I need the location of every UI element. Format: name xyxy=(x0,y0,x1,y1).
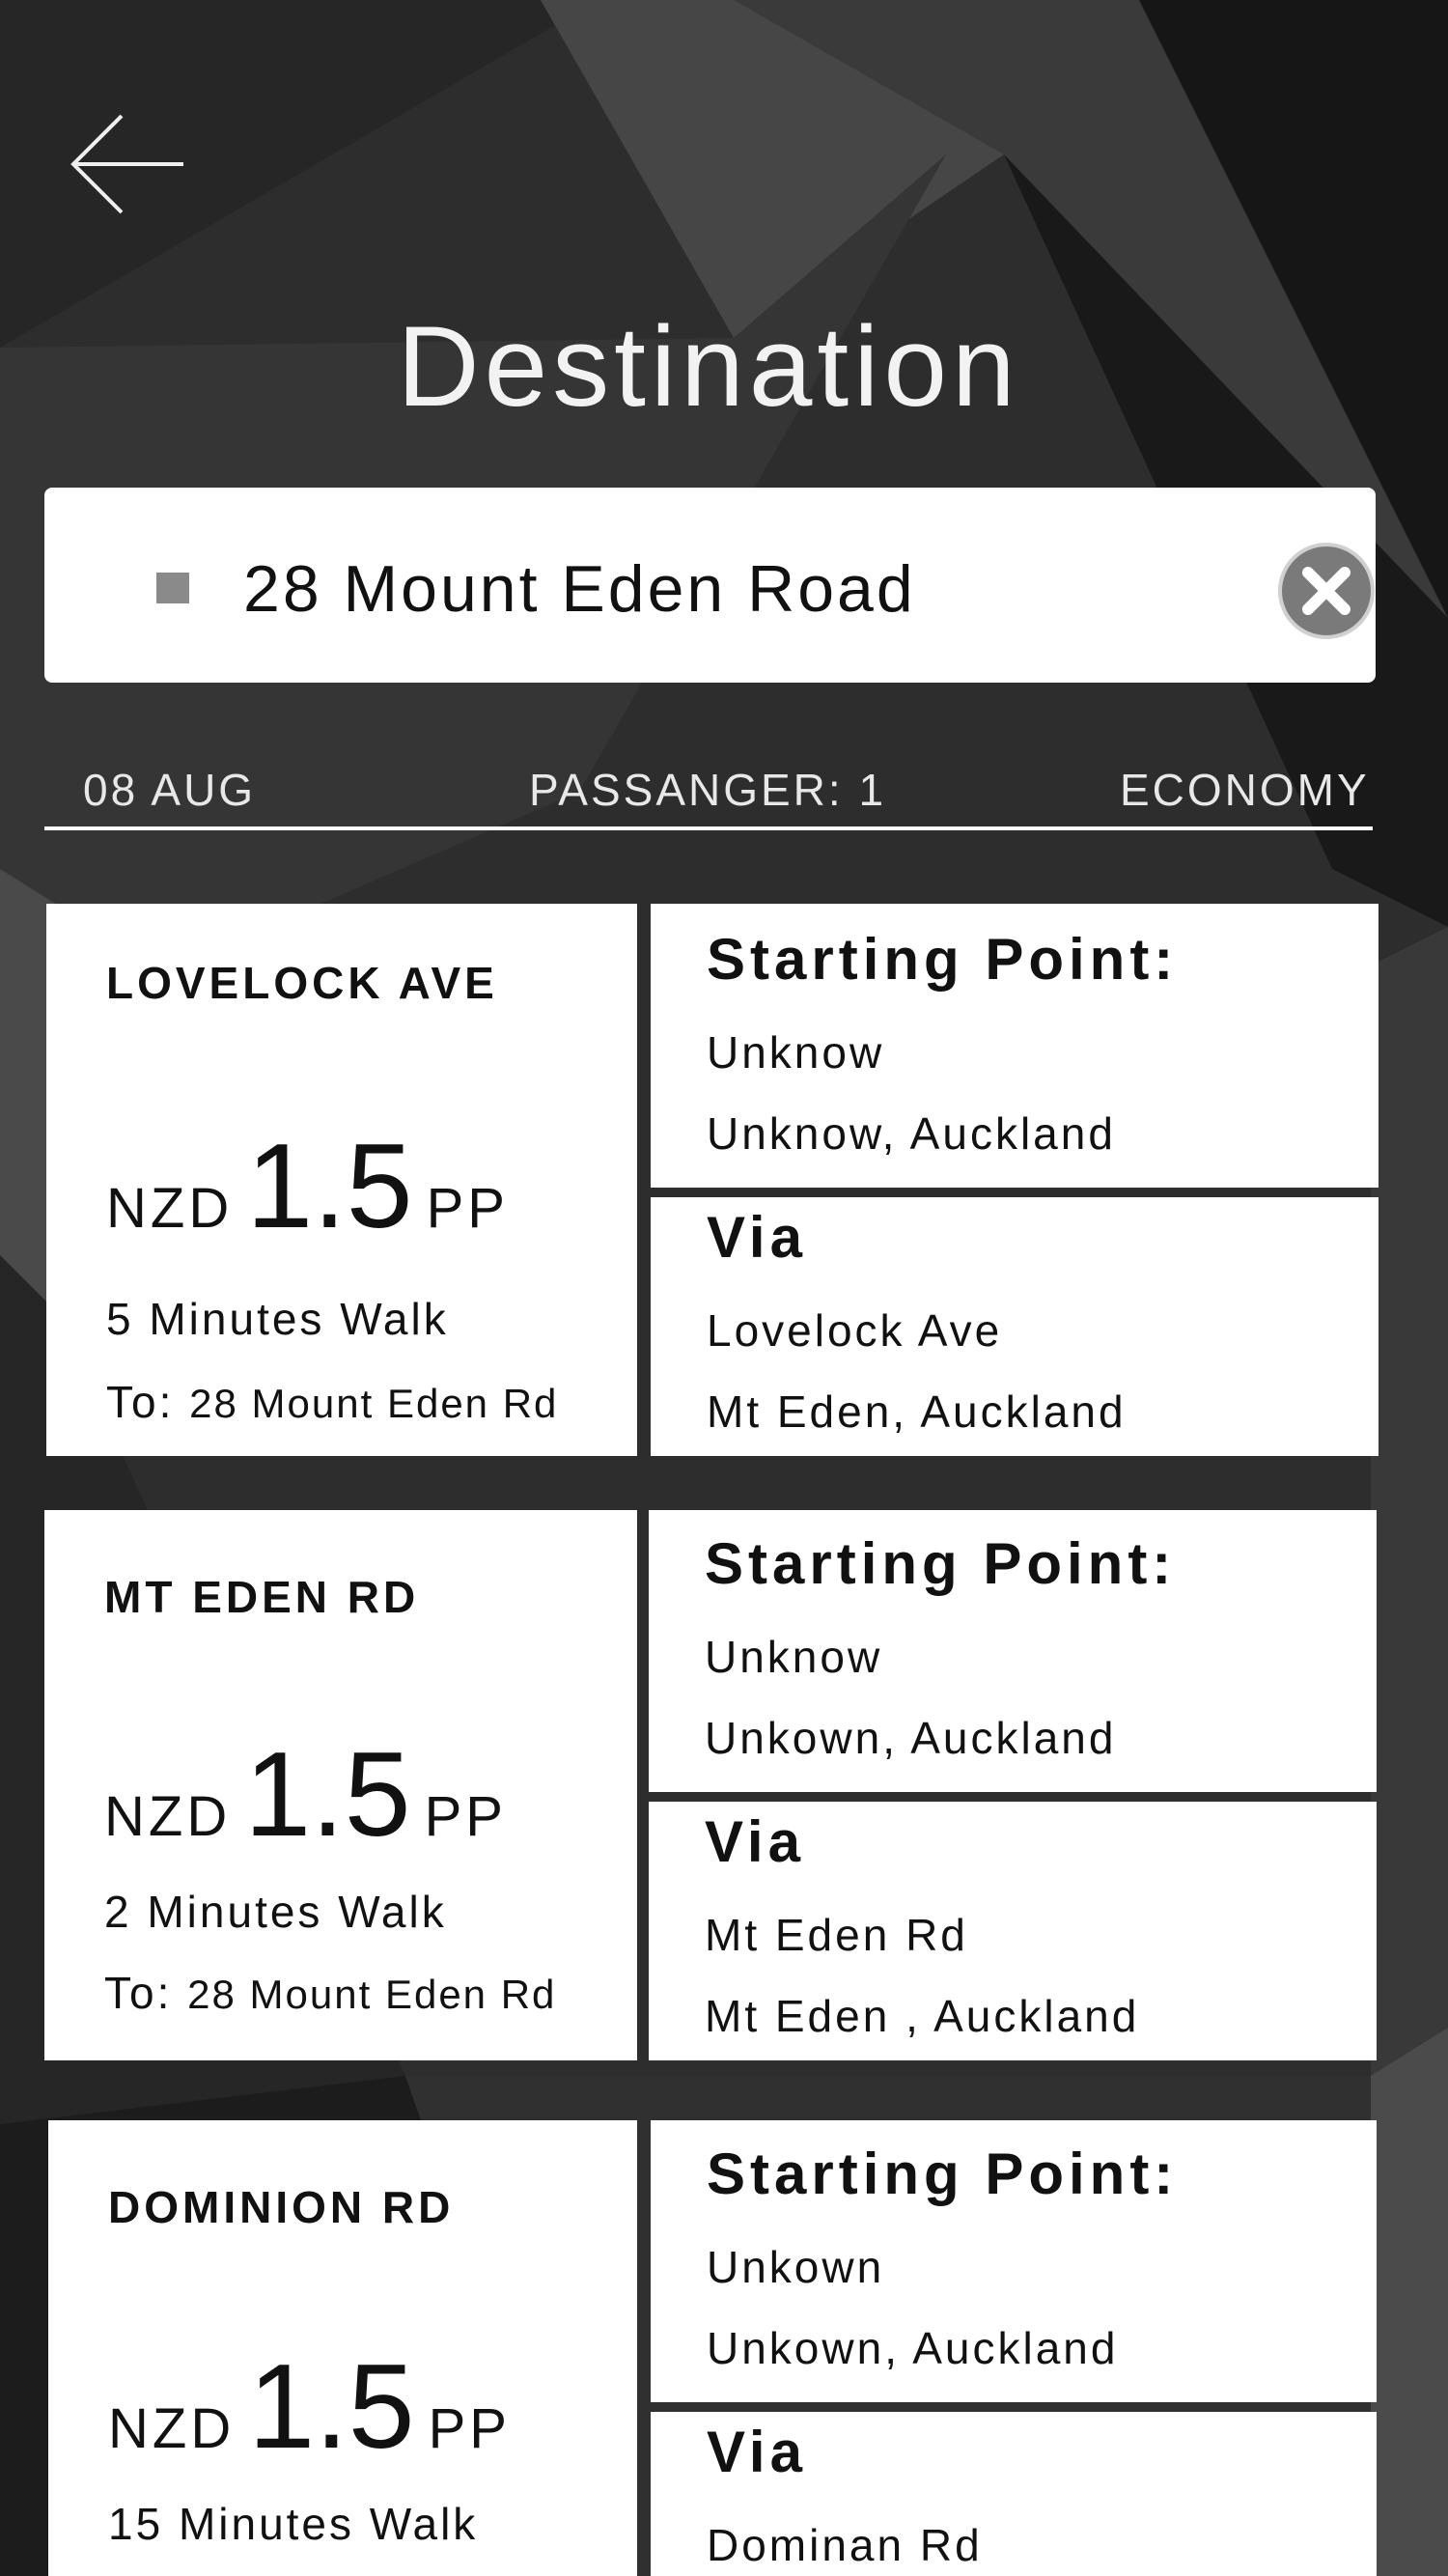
route-card[interactable]: DOMINION RD NZD 1.5 PP 15 Minutes Walk Sta… xyxy=(48,2120,1378,2576)
starting-point-line1: Unknow xyxy=(705,1632,883,1682)
via-line2: Mt Eden , Auckland xyxy=(705,1991,1140,2041)
via-heading: Via xyxy=(707,2420,807,2484)
back-button[interactable] xyxy=(68,111,189,217)
via-panel: Via Lovelock Ave Mt Eden, Auckland xyxy=(651,1197,1378,1456)
price-currency: NZD xyxy=(106,1177,234,1240)
route-street: DOMINION RD xyxy=(108,2182,455,2232)
price-unit: PP xyxy=(426,1177,509,1240)
walk-time: 5 Minutes Walk xyxy=(106,1294,449,1344)
starting-point-heading: Starting Point: xyxy=(705,1531,1177,1596)
arrow-left-icon xyxy=(70,114,183,214)
page-title: Destination xyxy=(397,303,1020,431)
starting-point-heading: Starting Point: xyxy=(707,927,1179,992)
square-marker-icon xyxy=(156,573,189,603)
route-summary: MT EDEN RD NZD 1.5 PP 2 Minutes Walk To: 2… xyxy=(44,1510,637,2060)
route-card[interactable]: LOVELOCK AVE NZD 1.5 PP 5 Minutes Walk To:… xyxy=(46,904,1378,1456)
route-price: NZD 1.5 PP xyxy=(104,1732,507,1894)
price-amount: 1.5 xyxy=(246,1120,413,1253)
via-line1: Lovelock Ave xyxy=(707,1305,1003,1356)
starting-point-line2: Unknow, Auckland xyxy=(707,1108,1116,1159)
trip-date[interactable]: 08 AUG xyxy=(83,763,256,817)
starting-point-panel: Starting Point: Unknow Unknow, Auckland xyxy=(651,904,1378,1188)
starting-point-heading: Starting Point: xyxy=(707,2142,1179,2206)
close-circle-icon xyxy=(1278,543,1375,639)
starting-point-line2: Unkown, Auckland xyxy=(707,2323,1119,2373)
via-line2: Mt Eden, Auckland xyxy=(707,1386,1127,1437)
walk-time: 15 Minutes Walk xyxy=(108,2499,479,2549)
route-street: MT EDEN RD xyxy=(104,1572,420,1622)
travel-class[interactable]: ECONOMY xyxy=(1120,763,1370,817)
price-unit: PP xyxy=(428,2397,511,2460)
via-panel: Via Mt Eden Rd Mt Eden , Auckland xyxy=(649,1802,1377,2060)
destination-input-value[interactable]: 28 Mount Eden Road xyxy=(243,546,916,632)
route-price: NZD 1.5 PP xyxy=(106,1124,509,1286)
route-street: LOVELOCK AVE xyxy=(106,958,498,1008)
to-address: 28 Mount Eden Rd xyxy=(189,1381,559,1426)
starting-point-line1: Unkown xyxy=(707,2242,885,2292)
via-heading: Via xyxy=(705,1809,805,1874)
starting-point-line2: Unkown, Auckland xyxy=(705,1713,1117,1763)
via-panel: Via Dominan Rd xyxy=(651,2412,1377,2576)
walk-time: 2 Minutes Walk xyxy=(104,1887,447,1937)
passenger-count[interactable]: PASSANGER: 1 xyxy=(529,763,886,817)
route-destination: To: 28 Mount Eden Rd xyxy=(106,1375,558,1431)
route-price: NZD 1.5 PP xyxy=(108,2344,511,2506)
to-label: To: xyxy=(104,1968,173,2018)
via-line1: Mt Eden Rd xyxy=(705,1910,968,1960)
divider xyxy=(44,826,1373,830)
price-amount: 1.5 xyxy=(248,2340,415,2474)
via-line1: Dominan Rd xyxy=(707,2520,983,2570)
starting-point-line1: Unknow xyxy=(707,1027,885,1078)
price-currency: NZD xyxy=(108,2397,236,2460)
route-summary: LOVELOCK AVE NZD 1.5 PP 5 Minutes Walk To:… xyxy=(46,904,637,1456)
price-unit: PP xyxy=(424,1785,507,1848)
price-currency: NZD xyxy=(104,1785,232,1848)
route-summary: DOMINION RD NZD 1.5 PP 15 Minutes Walk xyxy=(48,2120,637,2576)
starting-point-panel: Starting Point: Unknow Unkown, Auckland xyxy=(649,1510,1377,1792)
to-label: To: xyxy=(106,1377,175,1427)
via-heading: Via xyxy=(707,1205,807,1270)
to-address: 28 Mount Eden Rd xyxy=(187,1972,557,2017)
clear-search-button[interactable] xyxy=(1277,542,1376,640)
starting-point-panel: Starting Point: Unkown Unkown, Auckland xyxy=(651,2120,1377,2402)
price-amount: 1.5 xyxy=(244,1728,411,1862)
route-destination: To: 28 Mount Eden Rd xyxy=(104,1966,556,2022)
route-card[interactable]: MT EDEN RD NZD 1.5 PP 2 Minutes Walk To: 2… xyxy=(44,1510,1377,2060)
destination-search-field[interactable]: 28 Mount Eden Road xyxy=(44,488,1376,683)
